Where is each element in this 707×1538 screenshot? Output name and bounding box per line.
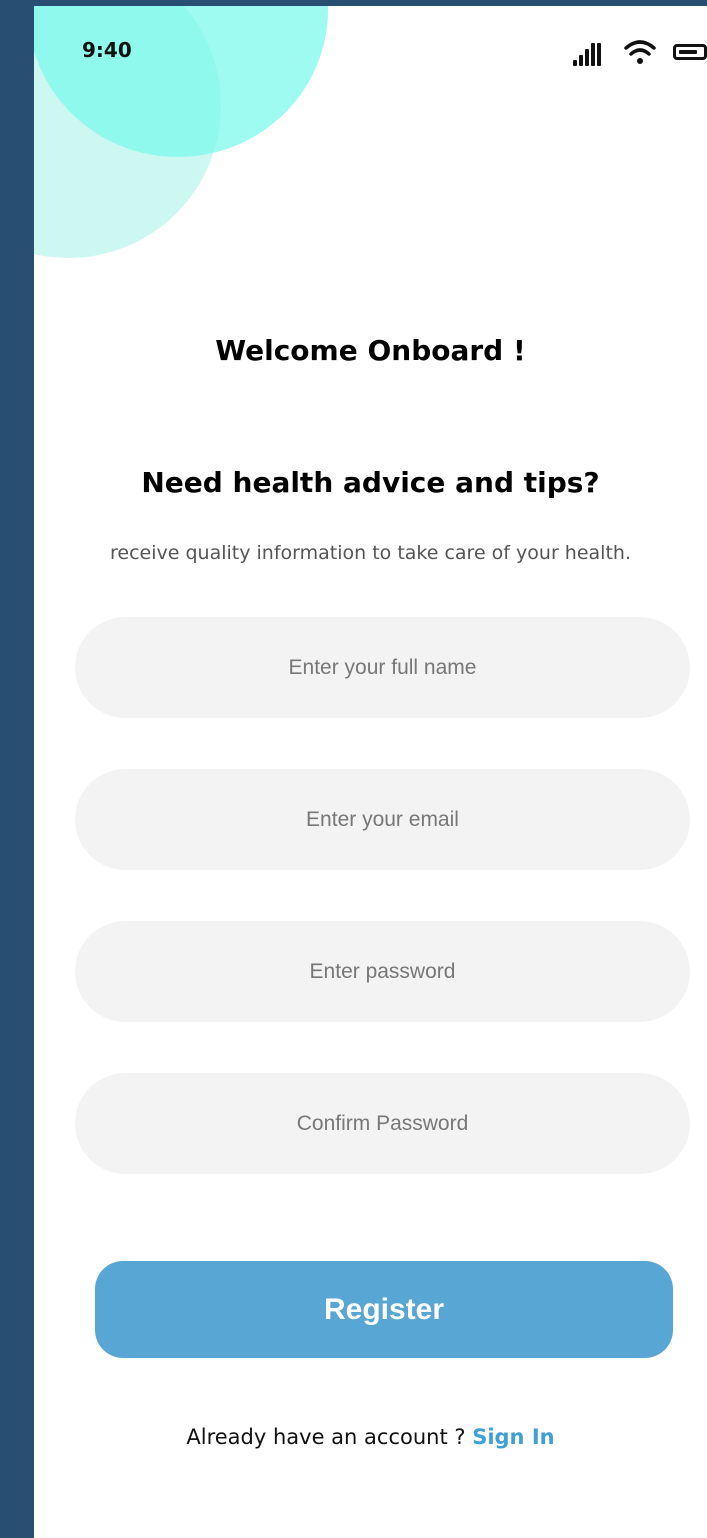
status-icons <box>573 36 707 66</box>
password-input[interactable] <box>75 921 690 1022</box>
confirm-password-input[interactable] <box>75 1073 690 1174</box>
battery-icon <box>673 44 707 60</box>
full-name-input[interactable] <box>75 617 690 718</box>
page-subtitle: receive quality information to take care… <box>110 542 631 564</box>
signin-prompt-text: Already have an account ? <box>186 1425 473 1449</box>
signin-prompt: Already have an account ? Sign In <box>34 1425 707 1449</box>
signin-link[interactable]: Sign In <box>472 1425 554 1449</box>
email-input[interactable] <box>75 769 690 870</box>
register-button[interactable]: Register <box>95 1261 673 1358</box>
wifi-icon <box>624 40 656 64</box>
mobile-screen: 9:40 Welcome Onboard ! Need health advic… <box>34 6 707 1538</box>
status-time: 9:40 <box>82 38 132 62</box>
page-title: Need health advice and tips? <box>141 466 600 499</box>
welcome-title: Welcome Onboard ! <box>215 334 526 367</box>
